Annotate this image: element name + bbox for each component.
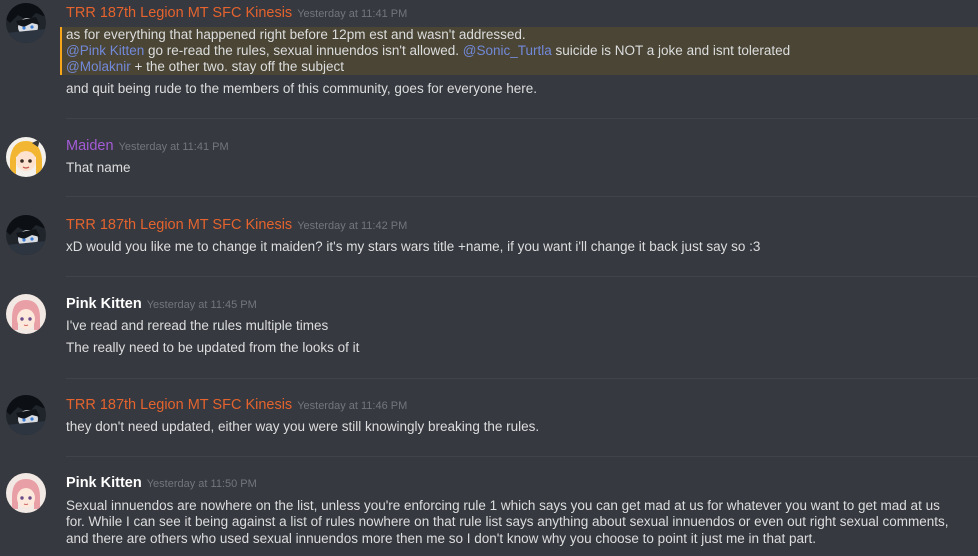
username-kinesis[interactable]: TRR 187th Legion MT SFC Kinesis	[66, 397, 292, 413]
message-line: That name	[66, 160, 131, 175]
username-maiden[interactable]: Maiden	[66, 138, 114, 154]
message-line: @Molaknir + the other two. stay off the …	[66, 58, 978, 76]
message-line: and there are others who used sexual inn…	[66, 531, 817, 546]
username-kinesis[interactable]: TRR 187th Legion MT SFC Kinesis	[66, 217, 292, 233]
timestamp: Yesterday at 11:46 PM	[297, 400, 408, 412]
chat-message-list[interactable]: TRR 187th Legion MT SFC Kinesis Yesterday…	[0, 0, 978, 556]
timestamp: Yesterday at 11:41 PM	[118, 141, 229, 153]
kinesis-avatar[interactable]	[6, 395, 46, 435]
message-divider	[66, 456, 978, 457]
message-divider	[66, 118, 978, 119]
message-header: TRR 187th Legion MT SFC Kinesis Yesterday…	[66, 396, 407, 416]
message-text: suicide is NOT a joke and isnt tolerated	[551, 43, 791, 58]
pink-kitten-avatar[interactable]	[6, 473, 46, 513]
username-pink-kitten[interactable]: Pink Kitten	[66, 296, 142, 312]
message-header: Pink Kitten Yesterday at 11:45 PM	[66, 295, 257, 315]
message-line: they don't need updated, either way you …	[66, 419, 540, 434]
message-divider	[66, 276, 978, 277]
message-line: xD would you like me to change it maiden…	[66, 239, 761, 254]
message-line: and quit being rude to the members of th…	[66, 81, 538, 96]
timestamp: Yesterday at 11:50 PM	[146, 478, 257, 490]
timestamp: Yesterday at 11:41 PM	[297, 8, 408, 20]
mention-molaknir[interactable]: @Molaknir	[66, 59, 131, 74]
mention-pink-kitten[interactable]: @Pink Kitten	[66, 43, 144, 58]
kinesis-avatar[interactable]	[6, 3, 46, 43]
timestamp: Yesterday at 11:42 PM	[297, 220, 408, 232]
message-divider	[66, 196, 978, 197]
username-kinesis[interactable]: TRR 187th Legion MT SFC Kinesis	[66, 5, 292, 21]
message-line: I've read and reread the rules multiple …	[66, 318, 329, 333]
kinesis-avatar[interactable]	[6, 215, 46, 255]
message-text: + the other two. stay off the subject	[130, 59, 344, 74]
message-divider	[66, 378, 978, 379]
maiden-avatar[interactable]	[6, 137, 46, 177]
message-line: for. While I can see it being against a …	[66, 514, 949, 529]
mention-sonic-turtla[interactable]: @Sonic_Turtla	[463, 43, 552, 58]
message-line: The really need to be updated from the l…	[66, 340, 360, 355]
message-text: go re-read the rules, sexual innuendos i…	[144, 43, 463, 58]
message-header: Maiden Yesterday at 11:41 PM	[66, 137, 229, 157]
timestamp: Yesterday at 11:45 PM	[146, 299, 257, 311]
message-header: TRR 187th Legion MT SFC Kinesis Yesterday…	[66, 4, 407, 24]
message-header: Pink Kitten Yesterday at 11:50 PM	[66, 474, 257, 494]
pink-kitten-avatar[interactable]	[6, 294, 46, 334]
username-pink-kitten[interactable]: Pink Kitten	[66, 475, 142, 491]
message-header: TRR 187th Legion MT SFC Kinesis Yesterday…	[66, 216, 407, 236]
